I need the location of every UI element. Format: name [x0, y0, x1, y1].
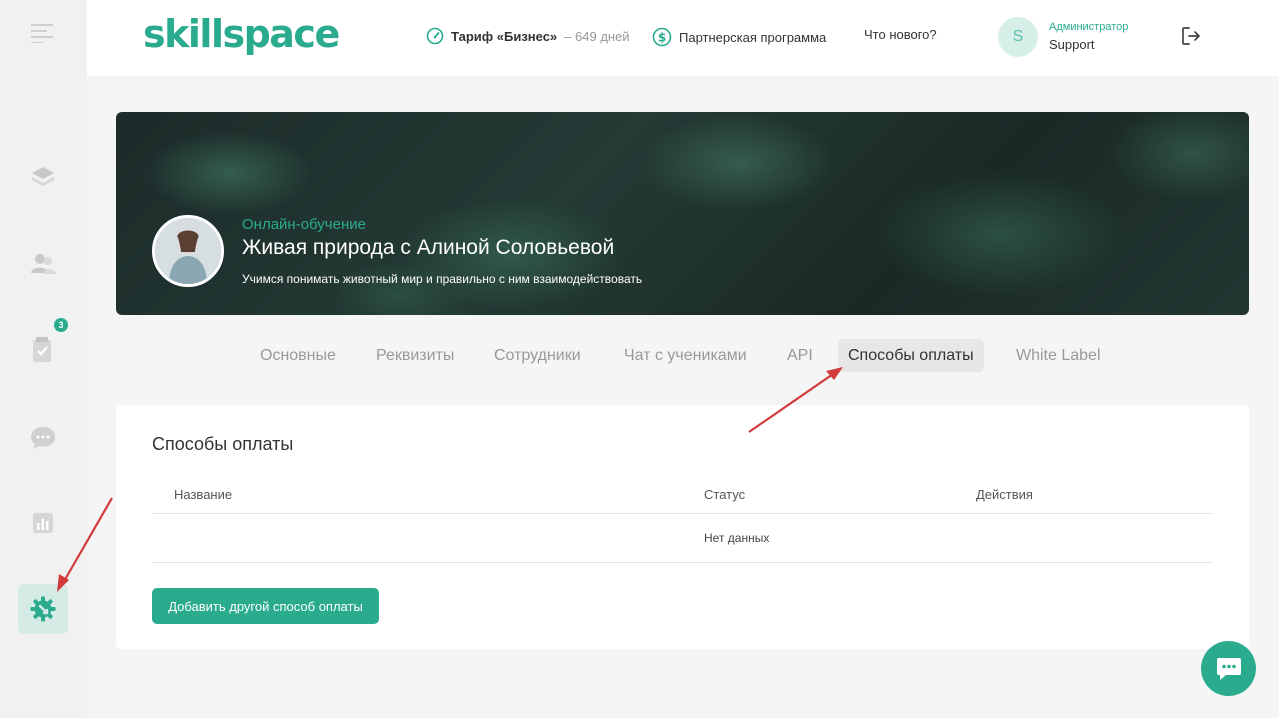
tab-employees[interactable]: Сотрудники — [484, 339, 591, 372]
sidebar-item-chat[interactable] — [18, 412, 68, 462]
users-icon — [31, 254, 56, 274]
user-avatar[interactable]: S — [998, 17, 1038, 57]
menu-toggle-button[interactable] — [18, 8, 68, 58]
speedometer-icon — [426, 27, 444, 45]
settings-tabs: Основные Реквизиты Сотрудники Чат с учен… — [0, 339, 1279, 373]
banner-subtitle: Онлайн-обучение — [242, 216, 366, 233]
logout-icon — [1182, 27, 1200, 45]
tab-payment-methods[interactable]: Способы оплаты — [838, 339, 984, 372]
add-payment-method-button[interactable]: Добавить другой способ оплаты — [152, 588, 379, 624]
card-title: Способы оплаты — [152, 434, 294, 454]
tariff-link[interactable]: Тариф «Бизнес» – 649 дней — [426, 27, 630, 45]
sidebar-item-settings[interactable] — [18, 584, 68, 634]
empty-table-message: Нет данных — [704, 531, 770, 545]
stats-icon — [33, 513, 53, 533]
school-avatar — [152, 215, 224, 287]
payment-methods-card: Способы оплаты Название Статус Действия … — [116, 405, 1249, 649]
layers-icon — [32, 167, 54, 186]
sidebar-item-students[interactable] — [18, 239, 68, 289]
tab-white-label[interactable]: White Label — [1006, 339, 1111, 372]
skillspace-logo[interactable]: skillspace — [143, 12, 340, 56]
tariff-label: Тариф «Бизнес» — [451, 28, 558, 44]
table-divider — [152, 562, 1213, 563]
school-banner: Онлайн-обучение Живая природа с Алиной С… — [116, 112, 1249, 315]
top-header: skillspace Тариф «Бизнес» – 649 дней $ П… — [87, 0, 1279, 76]
whats-new-label: Что нового? — [864, 27, 937, 42]
table-divider — [152, 513, 1213, 514]
message-icon — [1216, 657, 1241, 680]
tab-student-chat[interactable]: Чат с учениками — [614, 339, 757, 372]
logout-button[interactable] — [1180, 25, 1202, 52]
homework-count-badge: 3 — [54, 318, 68, 332]
portrait-image — [155, 218, 221, 284]
tab-api[interactable]: API — [777, 339, 823, 372]
sidebar-item-courses[interactable] — [18, 152, 68, 202]
whats-new-link[interactable]: Что нового? — [864, 27, 937, 42]
menu-icon — [31, 24, 53, 43]
sidebar-item-statistics[interactable] — [18, 498, 68, 548]
banner-description: Учимся понимать животный мир и правильно… — [242, 272, 643, 286]
svg-text:$: $ — [658, 31, 666, 45]
partner-program-label: Партнерская программа — [679, 29, 827, 45]
column-header-status: Статус — [704, 487, 746, 502]
support-chat-button[interactable] — [1201, 641, 1256, 696]
column-header-actions: Действия — [976, 487, 1033, 502]
tab-requisites[interactable]: Реквизиты — [366, 339, 464, 372]
partner-program-link[interactable]: $ Партнерская программа — [652, 27, 826, 47]
dollar-icon: $ — [652, 27, 672, 47]
user-role: Администратор — [1049, 21, 1129, 33]
column-header-name: Название — [174, 487, 233, 502]
tariff-days: – 649 дней — [564, 28, 630, 44]
settings-icon — [30, 596, 56, 622]
tab-general[interactable]: Основные — [250, 339, 346, 372]
banner-title: Живая природа с Алиной Соловьевой — [242, 236, 615, 259]
chat-icon — [31, 427, 55, 449]
user-name[interactable]: Support — [1049, 37, 1095, 52]
